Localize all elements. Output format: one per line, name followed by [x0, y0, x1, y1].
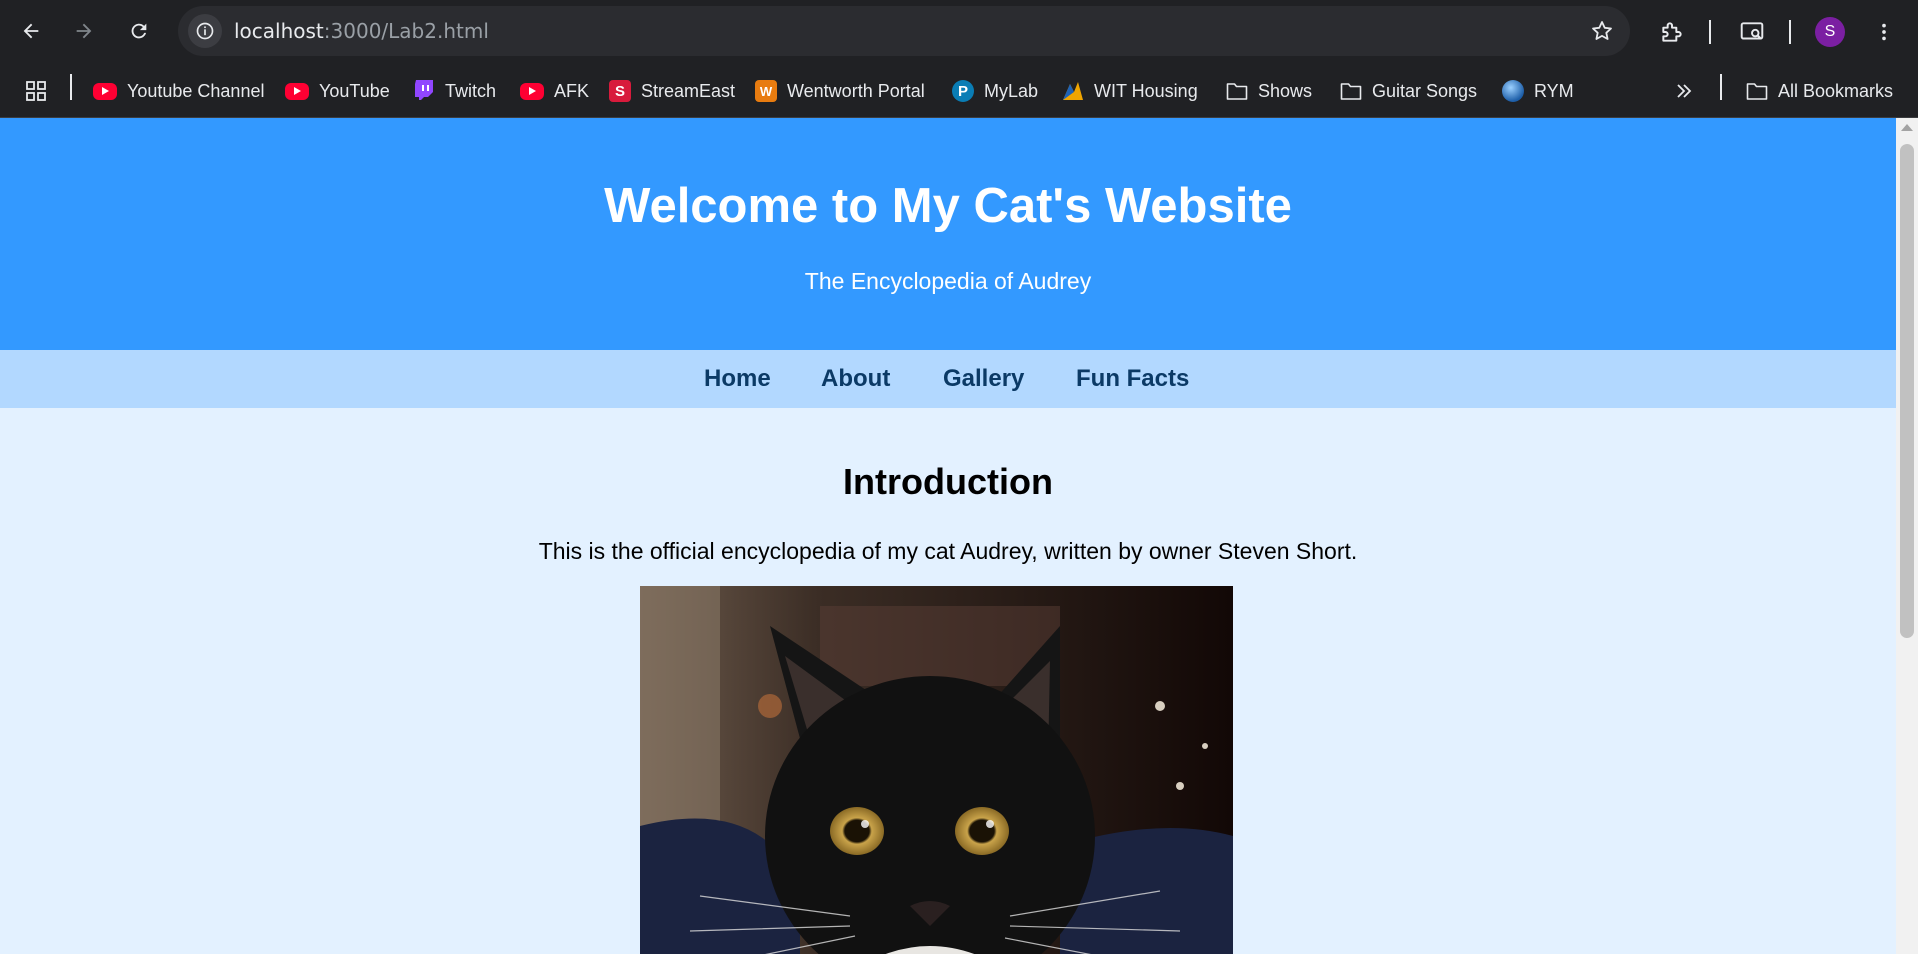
- kebab-menu-icon: [1882, 23, 1886, 41]
- vertical-scrollbar[interactable]: [1896, 118, 1918, 954]
- info-icon: [196, 22, 214, 40]
- bookmark-label: Twitch: [445, 80, 497, 101]
- bookmark-label: WIT Housing: [1094, 80, 1198, 101]
- reload-icon: [131, 23, 147, 39]
- cast-icon: [1740, 22, 1764, 40]
- folder-icon: [1746, 80, 1768, 102]
- cat-photo: [640, 586, 1233, 954]
- youtube-icon: [520, 82, 544, 100]
- scroll-up-arrow-icon[interactable]: [1901, 124, 1913, 131]
- nav-link-home[interactable]: Home: [704, 365, 771, 393]
- apps-grid-icon: [26, 81, 46, 101]
- youtube-icon: [285, 82, 309, 100]
- twitch-icon: [413, 80, 435, 102]
- cat-image: [640, 586, 1233, 954]
- nav-link-gallery[interactable]: Gallery: [943, 365, 1024, 393]
- bookmark-guitar-songs[interactable]: Guitar Songs: [1340, 75, 1477, 107]
- apps-button[interactable]: [24, 75, 48, 107]
- intro-paragraph: This is the official encyclopedia of my …: [538, 538, 1358, 564]
- bookmark-label: Shows: [1258, 80, 1313, 101]
- bookmarks-divider: [1720, 74, 1722, 100]
- double-chevron-icon: [1677, 84, 1692, 98]
- nav-link-about[interactable]: About: [821, 365, 890, 393]
- youtube-icon: [93, 82, 117, 100]
- bookmark-label: Wentworth Portal: [787, 80, 925, 101]
- bookmark-youtube-channel[interactable]: Youtube Channel: [93, 75, 264, 107]
- bookmark-mylab[interactable]: P MyLab: [952, 75, 1038, 107]
- page-viewport: Welcome to My Cat's Website The Encyclop…: [0, 118, 1896, 954]
- url-path: :3000/Lab2.html: [323, 19, 489, 43]
- bookmark-wit-housing[interactable]: WIT Housing: [1062, 75, 1198, 107]
- bookmark-twitch[interactable]: Twitch: [413, 75, 496, 107]
- cast-button[interactable]: [1734, 14, 1770, 50]
- star-icon: [1592, 21, 1612, 40]
- bookmark-youtube[interactable]: YouTube: [285, 75, 390, 107]
- extensions-button[interactable]: [1654, 14, 1690, 50]
- url-host: localhost: [234, 19, 324, 43]
- bookmarks-divider: [70, 74, 72, 100]
- bookmark-afk[interactable]: AFK: [520, 75, 589, 107]
- wentworth-icon: W: [755, 80, 777, 102]
- bookmark-label: AFK: [554, 80, 590, 101]
- bookmark-label: MyLab: [984, 80, 1039, 101]
- url-text[interactable]: localhost:3000/Lab2.html: [234, 20, 489, 42]
- bookmark-label: StreamEast: [641, 80, 736, 101]
- bookmarks-overflow-button[interactable]: [1674, 75, 1694, 107]
- address-bar[interactable]: localhost:3000/Lab2.html: [178, 6, 1630, 56]
- toolbar-divider: [1709, 20, 1711, 44]
- back-arrow-icon: [23, 23, 39, 39]
- forward-arrow-icon: [76, 23, 92, 39]
- bookmark-star-button[interactable]: [1588, 17, 1616, 45]
- rym-icon: [1502, 80, 1524, 102]
- streameast-icon: S: [609, 80, 631, 102]
- site-info-button[interactable]: [188, 14, 222, 48]
- bookmarks-bar: Youtube Channel YouTube Twitch AFK S Str…: [0, 64, 1918, 118]
- profile-avatar[interactable]: S: [1815, 17, 1845, 47]
- browser-menu-button[interactable]: [1866, 14, 1902, 50]
- page-subtitle: The Encyclopedia of Audrey: [804, 268, 1092, 294]
- folder-icon: [1226, 80, 1248, 102]
- reload-button[interactable]: [121, 13, 157, 49]
- bookmark-label: All Bookmarks: [1778, 80, 1894, 101]
- all-bookmarks-button[interactable]: All Bookmarks: [1746, 75, 1893, 107]
- puzzle-icon: [1662, 22, 1682, 42]
- bookmark-streameast[interactable]: S StreamEast: [609, 75, 735, 107]
- page-title: Welcome to My Cat's Website: [604, 179, 1292, 233]
- section-heading: Introduction: [843, 461, 1053, 502]
- bookmark-label: Guitar Songs: [1372, 80, 1478, 101]
- bookmark-shows[interactable]: Shows: [1226, 75, 1312, 107]
- site-header: Welcome to My Cat's Website The Encyclop…: [0, 118, 1896, 350]
- bookmark-label: RYM: [1534, 80, 1574, 101]
- bookmark-label: Youtube Channel: [127, 80, 265, 101]
- browser-toolbar: localhost:3000/Lab2.html S: [0, 0, 1918, 64]
- bookmark-rym[interactable]: RYM: [1502, 75, 1574, 107]
- forward-button[interactable]: [66, 13, 102, 49]
- bookmark-wentworth-portal[interactable]: W Wentworth Portal: [755, 75, 925, 107]
- pearson-icon: P: [952, 80, 974, 102]
- toolbar-divider: [1789, 20, 1791, 44]
- nav-link-fun-facts[interactable]: Fun Facts: [1076, 365, 1189, 393]
- bookmark-label: YouTube: [319, 80, 390, 101]
- folder-icon: [1340, 80, 1362, 102]
- scrollbar-thumb[interactable]: [1900, 144, 1914, 638]
- back-button[interactable]: [13, 13, 49, 49]
- wit-icon: [1062, 80, 1084, 102]
- site-nav: Home About Gallery Fun Facts: [0, 350, 1896, 408]
